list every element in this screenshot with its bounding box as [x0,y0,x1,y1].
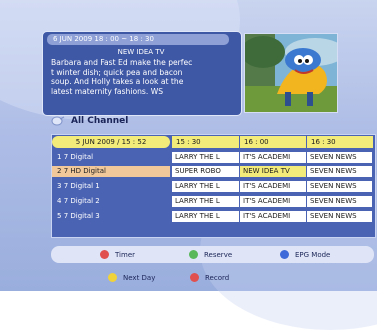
cartoon-preview-image [245,34,337,112]
channel-name: 7 Digital [63,153,94,161]
description-line: t winter dish; quick pea and bacon [51,67,183,77]
channel-number: 4 [57,197,62,205]
timer-legend[interactable]: Timer [100,250,135,259]
yellow-button-icon [108,273,117,282]
channel-row[interactable]: 5 7 Digital 3 [52,211,170,222]
channel-name: 7 Digital 2 [63,197,100,205]
red-button-icon [100,250,109,259]
description-line: soup. And Holly takes a look at the [51,77,184,87]
blue-button-icon [280,250,289,259]
program-cell[interactable]: SEVEN NEWS [307,196,373,207]
program-cell[interactable]: SUPER ROBO [172,166,240,177]
channel-row[interactable]: 3 7 Digital 1 [52,181,170,192]
channel-number: 2 [57,167,62,175]
epg-screen: 6 JUN 2009 18 : 00 ~ 18 : 30 NEW IDEA TV… [0,0,377,330]
next-day-label: Next Day [123,273,156,282]
current-datetime: 5 JUN 2009 / 15 : 52 [52,136,170,148]
channel-number: 5 [57,212,62,220]
program-cell[interactable]: SEVEN NEWS [307,181,373,192]
program-cell[interactable]: LARRY THE L [172,152,240,163]
channel-name: 7 Digital 1 [63,182,100,190]
record-icon [190,273,199,282]
program-cell[interactable]: SEVEN NEWS [307,152,373,163]
channel-row[interactable]: 4 7 Digital 2 [52,196,170,207]
program-cell-selected[interactable]: NEW IDEA TV [240,166,307,177]
channel-name: 7 HD Digital [63,167,106,175]
time-slot-header: 15 : 30 [172,136,239,148]
channel-row-selected[interactable]: 2 7 HD Digital [52,166,170,177]
description-line: Barbara and Fast Ed make the perfec [51,58,193,67]
program-cell[interactable]: SEVEN NEWS [307,211,373,222]
program-cell[interactable]: IT'S ACADEMI [240,152,307,163]
program-cell[interactable]: SEVEN NEWS [307,166,373,177]
channel-number: 1 [57,153,62,161]
green-button-icon [189,250,198,259]
program-time: 6 JUN 2009 18 : 00 ~ 18 : 30 [47,34,229,45]
program-description: Barbara and Fast Ed make the perfec t wi… [51,58,237,97]
reserve-label: Reserve [204,250,233,259]
channel-row[interactable]: 1 7 Digital [52,152,170,163]
next-day-legend[interactable]: Next Day [108,273,155,282]
program-cell[interactable]: IT'S ACADEMI [240,181,307,192]
program-cell[interactable]: IT'S ACADEMI [240,196,307,207]
channel-number: 3 [57,182,62,190]
program-title: NEW IDEA TV [117,48,165,56]
program-cell[interactable]: LARRY THE L [172,181,240,192]
epg-mode-legend[interactable]: EPG Mode [280,250,330,259]
description-line: latest maternity fashions. WS [51,87,164,97]
record-legend[interactable]: Record [190,273,229,282]
time-slot-header: 16 : 00 [240,136,306,148]
program-cell[interactable]: LARRY THE L [172,211,240,222]
satellite-dish-icon [51,116,65,126]
video-preview [244,33,338,113]
epg-mode-label: EPG Mode [295,250,331,259]
channel-group[interactable]: All Channel [51,114,128,128]
timer-label: Timer [115,250,136,259]
channel-group-label: All Channel [71,116,129,126]
program-cell[interactable]: IT'S ACADEMI [240,211,307,222]
record-label: Record [205,273,230,282]
program-cell[interactable]: LARRY THE L [172,196,240,207]
time-slot-header: 16 : 30 [307,136,373,148]
reserve-legend[interactable]: Reserve [189,250,232,259]
channel-name: 7 Digital 3 [63,212,100,220]
